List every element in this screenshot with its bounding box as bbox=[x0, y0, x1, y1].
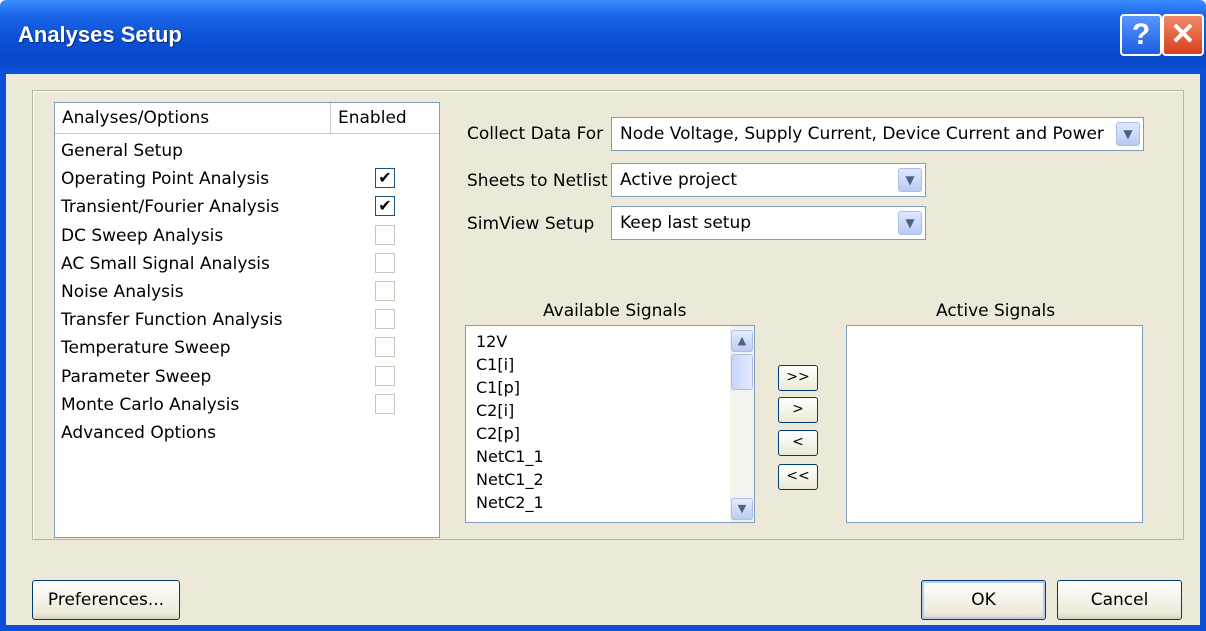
analysis-label: Noise Analysis bbox=[61, 282, 184, 302]
checkmark-icon: ✔ bbox=[378, 168, 392, 188]
active-signals-label: Active Signals bbox=[936, 301, 1056, 321]
signal-item[interactable]: C1[p] bbox=[476, 378, 520, 397]
cancel-button[interactable]: Cancel bbox=[1057, 580, 1182, 620]
enabled-checkbox[interactable]: ✔ bbox=[375, 168, 395, 189]
analysis-row[interactable]: General Setup bbox=[55, 137, 439, 165]
sheets-to-netlist-value: Active project bbox=[620, 170, 737, 190]
analysis-row[interactable]: Monte Carlo Analysis bbox=[55, 391, 439, 419]
analysis-row[interactable]: AC Small Signal Analysis bbox=[55, 250, 439, 278]
analysis-label: Parameter Sweep bbox=[61, 366, 212, 387]
scrollbar-thumb[interactable] bbox=[731, 354, 753, 390]
help-button[interactable]: ? bbox=[1120, 14, 1162, 56]
analysis-label: General Setup bbox=[61, 141, 183, 161]
analysis-row[interactable]: Noise Analysis bbox=[55, 278, 439, 306]
add-all-signals-button[interactable]: >> bbox=[778, 365, 818, 391]
signal-item[interactable]: C2[i] bbox=[476, 401, 514, 420]
chevron-down-icon[interactable]: ▼ bbox=[898, 168, 922, 192]
analysis-label: AC Small Signal Analysis bbox=[61, 253, 270, 274]
analyses-setup-dialog: Analyses Setup ? ✕ Analyses/Options Enab… bbox=[0, 0, 1206, 631]
checkmark-icon: ✔ bbox=[378, 196, 392, 216]
analysis-label: DC Sweep Analysis bbox=[61, 225, 224, 246]
title-bar: Analyses Setup ? ✕ bbox=[0, 0, 1206, 74]
remove-all-signals-button[interactable]: << bbox=[778, 464, 818, 490]
window-title: Analyses Setup bbox=[18, 22, 182, 47]
analysis-label: Advanced Options bbox=[61, 423, 216, 443]
enabled-checkbox[interactable] bbox=[375, 337, 395, 358]
enabled-checkbox[interactable] bbox=[375, 309, 395, 330]
analysis-label: Monte Carlo Analysis bbox=[61, 394, 240, 415]
analyses-list-header: Analyses/Options Enabled bbox=[55, 103, 439, 134]
available-signals-list[interactable]: 12V C1[i] C1[p] C2[i] C2[p] NetC1_1 NetC1_2 Net… bbox=[465, 325, 755, 523]
signal-item[interactable]: NetC1_2 bbox=[476, 470, 544, 489]
analysis-row[interactable]: Transient/Fourier Analysis ✔ bbox=[55, 193, 439, 221]
analysis-row[interactable]: Temperature Sweep bbox=[55, 334, 439, 362]
signal-item[interactable]: NetC2_1 bbox=[476, 493, 544, 512]
header-separator[interactable] bbox=[330, 103, 331, 133]
analyses-list[interactable]: Analyses/Options Enabled General Setup Op… bbox=[54, 102, 440, 538]
arrow-down-icon[interactable]: ▼ bbox=[731, 498, 753, 520]
collect-data-value: Node Voltage, Supply Current, Device Cur… bbox=[620, 124, 1104, 144]
chevron-down-icon[interactable]: ▼ bbox=[1116, 122, 1140, 146]
signal-item[interactable]: NetC1_1 bbox=[476, 447, 544, 466]
enabled-checkbox[interactable] bbox=[375, 365, 395, 386]
analysis-row[interactable]: DC Sweep Analysis bbox=[55, 222, 439, 250]
analysis-label: Operating Point Analysis bbox=[61, 169, 270, 190]
available-signals-label: Available Signals bbox=[543, 301, 687, 321]
simview-setup-label: SimView Setup bbox=[467, 214, 595, 234]
arrow-up-icon[interactable]: ▲ bbox=[731, 330, 753, 352]
close-button[interactable]: ✕ bbox=[1162, 14, 1204, 56]
analysis-row[interactable]: Advanced Options bbox=[55, 419, 439, 447]
signal-item[interactable]: 12V bbox=[476, 332, 507, 351]
active-signals-list[interactable] bbox=[846, 325, 1143, 523]
chevron-down-icon[interactable]: ▼ bbox=[898, 211, 922, 235]
available-signals-scrollbar[interactable]: ▲ ▼ bbox=[730, 326, 754, 522]
preferences-button[interactable]: Preferences... bbox=[32, 580, 180, 620]
add-signal-button[interactable]: > bbox=[778, 397, 818, 423]
simview-setup-value: Keep last setup bbox=[620, 213, 752, 233]
remove-signal-button[interactable]: < bbox=[778, 430, 818, 456]
analysis-label: Transfer Function Analysis bbox=[61, 310, 283, 331]
collect-data-select[interactable]: Node Voltage, Supply Current, Device Cur… bbox=[611, 117, 1144, 151]
signal-item[interactable]: C2[p] bbox=[476, 424, 520, 443]
ok-button[interactable]: OK bbox=[921, 580, 1046, 620]
analysis-label: Transient/Fourier Analysis bbox=[61, 197, 280, 218]
enabled-checkbox[interactable] bbox=[375, 224, 395, 245]
sheets-to-netlist-label: Sheets to Netlist bbox=[467, 171, 608, 191]
header-analyses-options[interactable]: Analyses/Options bbox=[62, 108, 209, 128]
enabled-checkbox[interactable] bbox=[375, 281, 395, 301]
simview-setup-select[interactable]: Keep last setup ▼ bbox=[611, 206, 926, 240]
analysis-row[interactable]: Operating Point Analysis ✔ bbox=[55, 165, 439, 193]
enabled-checkbox[interactable] bbox=[375, 252, 395, 273]
enabled-checkbox[interactable] bbox=[375, 393, 395, 414]
analysis-row[interactable]: Parameter Sweep bbox=[55, 363, 439, 391]
collect-data-label: Collect Data For bbox=[467, 124, 604, 144]
analysis-row[interactable]: Transfer Function Analysis bbox=[55, 306, 439, 334]
enabled-checkbox[interactable]: ✔ bbox=[375, 196, 395, 217]
sheets-to-netlist-select[interactable]: Active project ▼ bbox=[611, 163, 926, 197]
signal-item[interactable]: C1[i] bbox=[476, 355, 514, 374]
header-enabled[interactable]: Enabled bbox=[338, 108, 407, 128]
analysis-label: Temperature Sweep bbox=[61, 338, 231, 359]
